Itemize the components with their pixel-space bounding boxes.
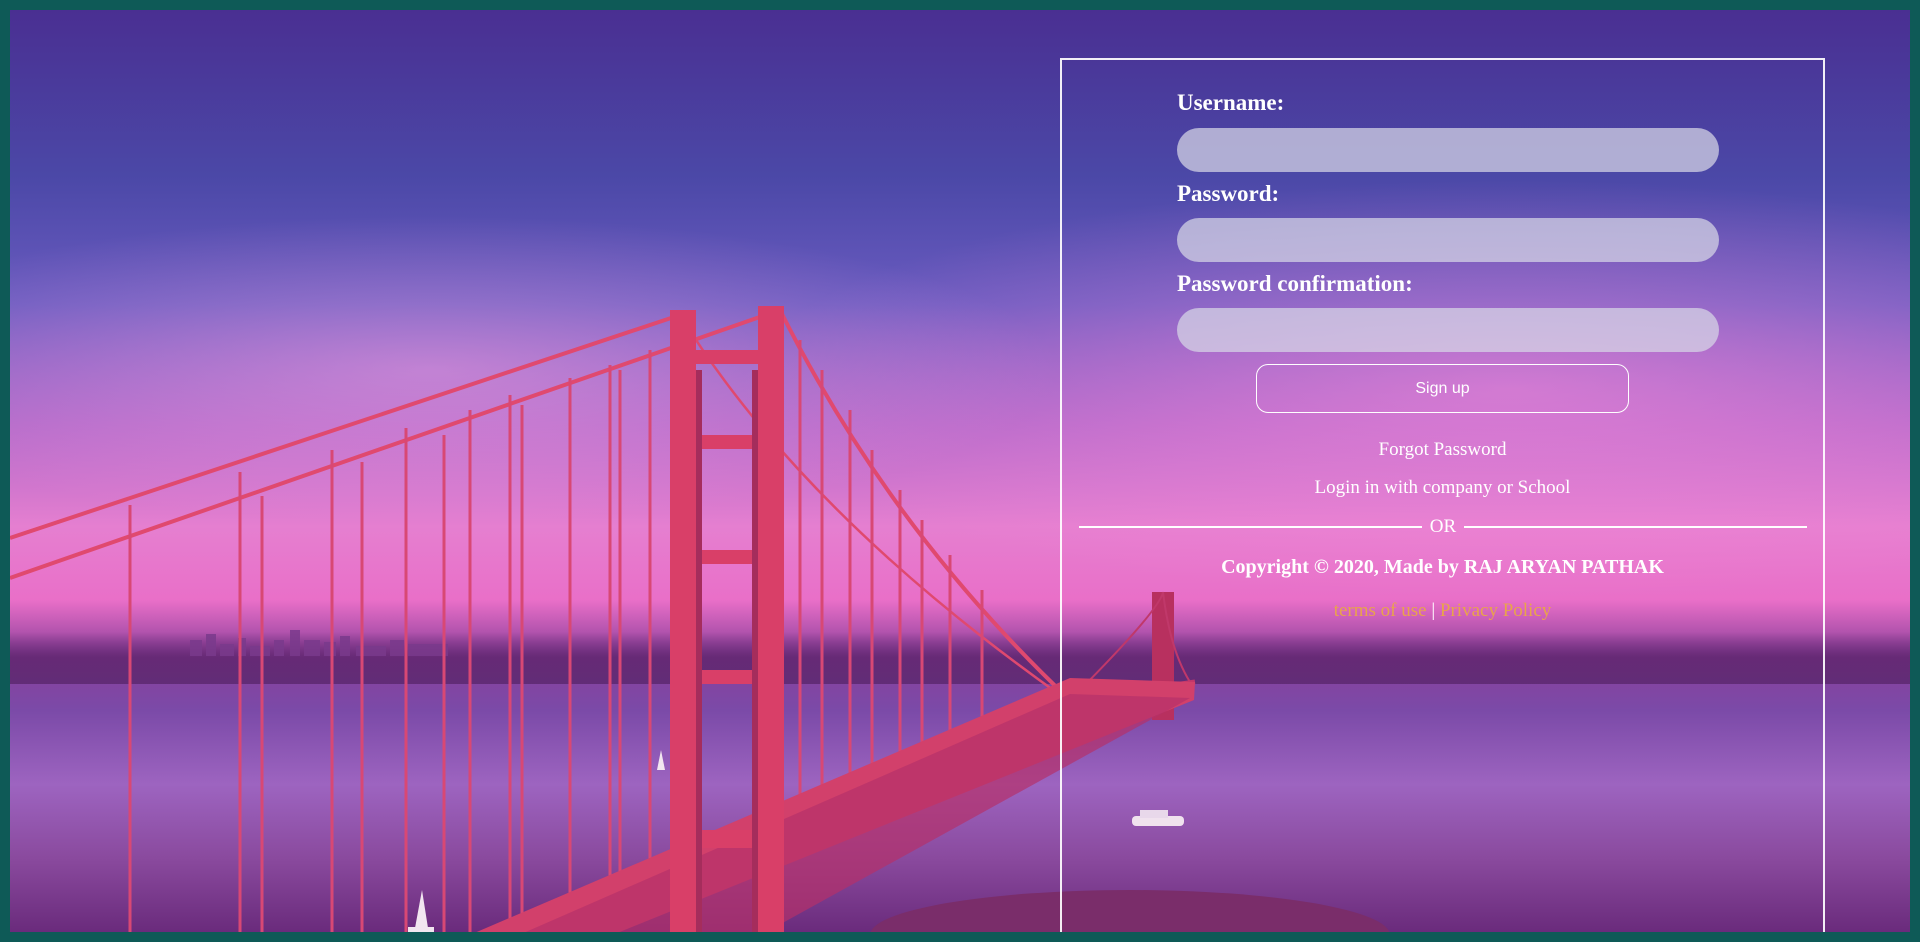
privacy-policy-link[interactable]: Privacy Policy xyxy=(1440,600,1551,621)
or-divider: OR xyxy=(1079,516,1807,538)
password-confirmation-label: Password confirmation: xyxy=(1177,271,1413,296)
divider-line-left xyxy=(1079,526,1422,528)
city-skyline xyxy=(190,630,448,656)
password-confirmation-input[interactable] xyxy=(1177,308,1719,352)
bridge-cables xyxy=(10,308,1072,702)
username-label: Username: xyxy=(1177,90,1285,115)
copyright-text: Copyright © 2020, Made by RAJ ARYAN PATH… xyxy=(1221,556,1664,578)
bridge-tower xyxy=(670,306,784,932)
sailboat xyxy=(415,890,428,928)
legal-separator: | xyxy=(1431,600,1436,621)
signup-panel xyxy=(1060,58,1825,932)
password-input[interactable] xyxy=(1177,218,1719,262)
page-frame: Username: Password: Password confirmatio… xyxy=(0,0,1920,942)
terms-of-use-link[interactable]: terms of use xyxy=(1334,600,1427,621)
forgot-password-link[interactable]: Forgot Password xyxy=(1060,439,1825,461)
username-input[interactable] xyxy=(1177,128,1719,172)
legal-links: terms of use | Privacy Policy xyxy=(1060,600,1825,622)
signup-button[interactable]: Sign up xyxy=(1256,364,1629,413)
password-label: Password: xyxy=(1177,181,1280,206)
login-company-school-link[interactable]: Login in with company or School xyxy=(1060,477,1825,499)
or-divider-text: OR xyxy=(1429,516,1457,537)
divider-line-right xyxy=(1464,526,1807,528)
